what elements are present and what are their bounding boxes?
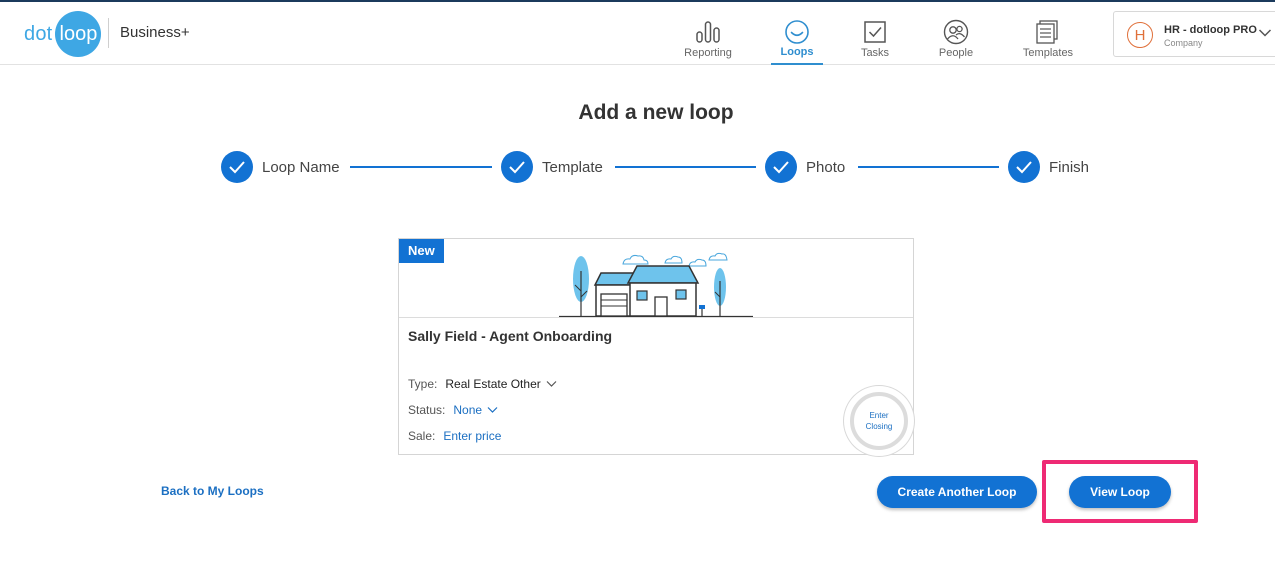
people-icon [943, 19, 969, 45]
nav-label-tasks: Tasks [860, 47, 890, 59]
step-connector [858, 166, 999, 168]
type-label: Type: [408, 377, 438, 391]
create-another-loop-button[interactable]: Create Another Loop [877, 476, 1037, 508]
nav-label-loops: Loops [780, 46, 814, 58]
loop-photo: New [399, 239, 913, 318]
chevron-down-icon[interactable] [487, 406, 498, 414]
account-type: Company [1164, 38, 1203, 48]
step-finish: Finish [1008, 151, 1089, 183]
loop-type-row: Type: Real Estate Other [408, 377, 557, 391]
loop-card[interactable]: New Sally Field - Agent Onboarding Type:… [398, 238, 914, 456]
step-loop-name: Loop Name [221, 151, 340, 183]
step-label: Template [542, 158, 603, 176]
loop-status-row: Status: None [408, 403, 498, 417]
house-illustration [559, 252, 753, 317]
sale-price-input[interactable]: Enter price [443, 429, 501, 443]
step-template: Template [501, 151, 603, 183]
dotloop-logo[interactable]: dot loop [24, 11, 102, 57]
nav-people[interactable]: People [933, 2, 979, 66]
step-label: Finish [1049, 158, 1090, 176]
nav-label-reporting: Reporting [684, 47, 732, 59]
nav-label-people: People [938, 47, 974, 59]
check-icon [221, 151, 253, 183]
checkbox-icon [864, 21, 886, 43]
bar-chart-icon [696, 21, 720, 43]
back-to-my-loops-link[interactable]: Back to My Loops [161, 484, 264, 498]
top-header: dot loop Business+ Reporting Loops Tasks… [0, 0, 1275, 65]
closing-label-line1: Enter [869, 411, 889, 420]
nav-templates[interactable]: Templates [1018, 2, 1078, 66]
loop-icon [785, 20, 809, 44]
page-title: Add a new loop [578, 101, 734, 124]
nav-tasks[interactable]: Tasks [855, 2, 895, 66]
step-photo: Photo [765, 151, 845, 183]
chevron-down-icon [1258, 29, 1272, 37]
step-label: Loop Name [262, 158, 340, 176]
enter-closing-button[interactable]: Enter Closing [844, 386, 914, 456]
nav-label-templates: Templates [1022, 47, 1074, 59]
avatar: H [1127, 22, 1153, 48]
step-connector [615, 166, 756, 168]
loop-title[interactable]: Sally Field - Agent Onboarding [408, 328, 612, 344]
check-icon [501, 151, 533, 183]
logo-divider [108, 18, 109, 48]
logo-circle: loop [55, 11, 102, 57]
check-icon [765, 151, 797, 183]
loop-sale-row: Sale: Enter price [408, 429, 501, 443]
highlight-box [1042, 460, 1198, 523]
nav-active-indicator [771, 63, 823, 65]
nav-loops[interactable]: Loops [771, 2, 823, 66]
account-switcher[interactable]: H HR - dotloop PRO Company [1113, 11, 1275, 57]
templates-icon [1036, 20, 1058, 44]
nav-reporting[interactable]: Reporting [680, 2, 736, 66]
logo-text-dot: dot [24, 22, 53, 45]
step-label: Photo [806, 158, 846, 176]
chevron-down-icon[interactable] [546, 380, 557, 388]
sale-label: Sale: [408, 429, 436, 443]
step-connector [350, 166, 492, 168]
check-icon [1008, 151, 1040, 183]
status-label: Status: [408, 403, 446, 417]
closing-label: Enter Closing [844, 410, 914, 432]
closing-label-line2: Closing [865, 422, 893, 431]
type-value[interactable]: Real Estate Other [445, 377, 540, 391]
brand-name: Business+ [120, 24, 190, 41]
status-value[interactable]: None [453, 403, 482, 417]
account-name: HR - dotloop PRO [1164, 24, 1257, 36]
new-badge: New [399, 239, 444, 263]
